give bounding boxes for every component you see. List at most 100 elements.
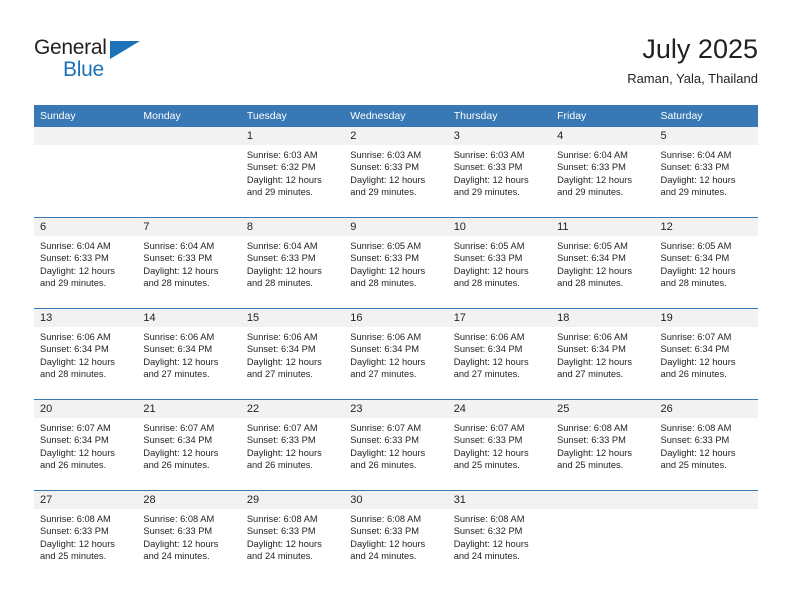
calendar-day-cell[interactable]: 4 Sunrise: 6:04 AM Sunset: 6:33 PM Daylight… [551,127,655,218]
calendar-day-cell[interactable]: 29 Sunrise: 6:08 AM Sunset: 6:33 PM Dayligh… [240,490,345,581]
calendar-day-cell[interactable]: 18 Sunrise: 6:06 AM Sunset: 6:34 PM Dayligh… [551,308,655,400]
day-number: 15 [240,309,345,327]
calendar-day-cell[interactable]: 25 Sunrise: 6:08 AM Sunset: 6:33 PM Dayligh… [551,399,655,491]
sunrise-text: Sunrise: 6:05 AM [660,241,732,251]
sunrise-text: Sunrise: 6:07 AM [143,423,215,433]
calendar-day-cell[interactable]: 12 Sunrise: 6:05 AM Sunset: 6:34 PM Dayligh… [654,217,758,309]
sun-times-block: Sunrise: 6:08 AM Sunset: 6:33 PM Daylight:… [344,509,447,563]
sunrise-text: Sunrise: 6:08 AM [246,514,318,524]
daylight-text-line2: and 24 minutes. [453,551,520,562]
daylight-text-line1: Daylight: 12 hours [453,447,529,458]
calendar-day-cell[interactable]: 14 Sunrise: 6:06 AM Sunset: 6:34 PM Dayligh… [137,308,241,400]
calendar-day-cell[interactable]: 2 Sunrise: 6:03 AM Sunset: 6:33 PM Daylight… [344,127,448,218]
sun-times-block: Sunrise: 6:06 AM Sunset: 6:34 PM Daylight:… [551,327,654,381]
calendar-day-cell[interactable]: 13 Sunrise: 6:06 AM Sunset: 6:34 PM Dayligh… [34,308,138,400]
day-number: 31 [447,491,552,509]
calendar-day-cell[interactable]: 9 Sunrise: 6:05 AM Sunset: 6:33 PM Daylight… [344,217,448,309]
daylight-text-line1: Daylight: 12 hours [40,447,115,458]
daylight-text-line1: Daylight: 12 hours [453,174,529,185]
calendar-day-cell[interactable]: 1 Sunrise: 6:03 AM Sunset: 6:32 PM Daylight… [240,127,345,218]
calendar-day-cell[interactable]: 3 Sunrise: 6:03 AM Sunset: 6:33 PM Daylight… [447,127,552,218]
daylight-text-line1: Daylight: 12 hours [143,538,219,549]
calendar-cell-inner: 22 Sunrise: 6:07 AM Sunset: 6:33 PM Dayligh… [240,400,345,490]
weekday-header-monday: Monday [137,105,241,127]
daylight-text-line2: and 26 minutes. [350,460,417,471]
calendar-day-cell[interactable]: 28 Sunrise: 6:08 AM Sunset: 6:33 PM Dayligh… [137,490,241,581]
sun-times-block: Sunrise: 6:07 AM Sunset: 6:33 PM Daylight:… [241,418,344,472]
calendar-day-cell[interactable]: 6 Sunrise: 6:04 AM Sunset: 6:33 PM Daylight… [34,217,138,309]
sunset-text: Sunset: 6:34 PM [350,344,419,355]
sunrise-text: Sunrise: 6:03 AM [453,150,525,160]
calendar-day-cell[interactable]: 20 Sunrise: 6:07 AM Sunset: 6:34 PM Dayligh… [34,399,138,491]
daylight-text-line1: Daylight: 12 hours [246,356,322,367]
calendar-day-cell[interactable]: 31 Sunrise: 6:08 AM Sunset: 6:32 PM Dayligh… [447,490,552,581]
calendar-week-row: 13 Sunrise: 6:06 AM Sunset: 6:34 PM Dayligh… [34,308,758,400]
sun-times-block: Sunrise: 6:07 AM Sunset: 6:34 PM Daylight:… [655,327,758,381]
calendar-day-cell[interactable]: 30 Sunrise: 6:08 AM Sunset: 6:33 PM Dayligh… [344,490,448,581]
sunset-text: Sunset: 6:33 PM [246,253,316,264]
calendar-day-cell[interactable]: 22 Sunrise: 6:07 AM Sunset: 6:33 PM Dayligh… [240,399,345,491]
sunset-text: Sunset: 6:33 PM [40,526,109,537]
calendar-cell-inner: 28 Sunrise: 6:08 AM Sunset: 6:33 PM Dayligh… [137,491,241,581]
calendar-cell-inner: 30 Sunrise: 6:08 AM Sunset: 6:33 PM Dayligh… [344,491,448,581]
sunset-text: Sunset: 6:33 PM [660,435,730,446]
daylight-text-line1: Daylight: 12 hours [557,356,633,367]
sun-times-block: Sunrise: 6:08 AM Sunset: 6:33 PM Daylight:… [551,418,654,472]
calendar-day-cell[interactable]: 11 Sunrise: 6:05 AM Sunset: 6:34 PM Dayligh… [551,217,655,309]
daylight-text-line2: and 28 minutes. [143,278,210,289]
sunset-text: Sunset: 6:33 PM [660,162,730,173]
sunrise-text: Sunrise: 6:07 AM [40,423,111,433]
calendar-day-cell[interactable]: 24 Sunrise: 6:07 AM Sunset: 6:33 PM Dayligh… [447,399,552,491]
sun-times-block: Sunrise: 6:05 AM Sunset: 6:33 PM Daylight:… [448,236,551,290]
calendar-day-cell[interactable]: 21 Sunrise: 6:07 AM Sunset: 6:34 PM Dayligh… [137,399,241,491]
daylight-text-line2: and 27 minutes. [143,369,210,380]
day-number: 30 [344,491,448,509]
calendar-cell-inner: 19 Sunrise: 6:07 AM Sunset: 6:34 PM Dayligh… [654,309,758,399]
calendar-cell-empty [551,490,655,581]
calendar-cell-inner: 17 Sunrise: 6:06 AM Sunset: 6:34 PM Dayligh… [447,309,552,399]
sunset-text: Sunset: 6:33 PM [453,435,523,446]
daylight-text-line1: Daylight: 12 hours [246,174,322,185]
sunrise-text: Sunrise: 6:04 AM [660,150,732,160]
calendar-day-cell[interactable]: 16 Sunrise: 6:06 AM Sunset: 6:34 PM Dayligh… [344,308,448,400]
sunset-text: Sunset: 6:34 PM [660,253,730,264]
sunset-text: Sunset: 6:33 PM [557,162,626,173]
day-number: 5 [654,127,758,145]
daylight-text-line2: and 25 minutes. [40,551,107,562]
daylight-text-line1: Daylight: 12 hours [453,265,529,276]
calendar-day-cell[interactable]: 10 Sunrise: 6:05 AM Sunset: 6:33 PM Dayligh… [447,217,552,309]
calendar-grid: Sunday Monday Tuesday Wednesday Thursday Frid… [34,105,758,581]
sunrise-text: Sunrise: 6:08 AM [350,514,422,524]
calendar-day-cell[interactable]: 17 Sunrise: 6:06 AM Sunset: 6:34 PM Dayligh… [447,308,552,400]
calendar-cell-inner: 2 Sunrise: 6:03 AM Sunset: 6:33 PM Daylight… [344,127,448,217]
calendar-day-cell[interactable]: 23 Sunrise: 6:07 AM Sunset: 6:33 PM Dayligh… [344,399,448,491]
sunrise-text: Sunrise: 6:04 AM [40,241,111,251]
calendar-day-cell[interactable]: 27 Sunrise: 6:08 AM Sunset: 6:33 PM Dayligh… [34,490,138,581]
calendar-cell-inner: 9 Sunrise: 6:05 AM Sunset: 6:33 PM Daylight… [344,218,448,308]
daylight-text-line2: and 28 minutes. [350,278,417,289]
sunset-text: Sunset: 6:34 PM [660,344,730,355]
calendar-day-cell[interactable]: 19 Sunrise: 6:07 AM Sunset: 6:34 PM Dayligh… [654,308,758,400]
daylight-text-line2: and 27 minutes. [557,369,624,380]
calendar-day-cell[interactable]: 26 Sunrise: 6:08 AM Sunset: 6:33 PM Dayligh… [654,399,758,491]
calendar-day-cell[interactable]: 7 Sunrise: 6:04 AM Sunset: 6:33 PM Daylight… [137,217,241,309]
sun-times-block: Sunrise: 6:03 AM Sunset: 6:32 PM Daylight:… [241,145,344,199]
sunrise-text: Sunrise: 6:03 AM [350,150,422,160]
calendar-day-cell[interactable]: 5 Sunrise: 6:04 AM Sunset: 6:33 PM Daylight… [654,127,758,218]
sunrise-text: Sunrise: 6:08 AM [660,423,732,433]
sun-times-block: Sunrise: 6:08 AM Sunset: 6:32 PM Daylight:… [448,509,551,563]
day-number: 25 [551,400,655,418]
sun-times-block: Sunrise: 6:04 AM Sunset: 6:33 PM Daylight:… [655,145,758,199]
day-number: 28 [137,491,241,509]
daylight-text-line1: Daylight: 12 hours [660,265,736,276]
calendar-day-cell[interactable]: 8 Sunrise: 6:04 AM Sunset: 6:33 PM Daylight… [240,217,345,309]
sunrise-text: Sunrise: 6:05 AM [350,241,422,251]
calendar-cell-inner: 24 Sunrise: 6:07 AM Sunset: 6:33 PM Dayligh… [447,400,552,490]
sunrise-text: Sunrise: 6:07 AM [453,423,525,433]
day-number: 20 [34,400,138,418]
calendar-week-row: 20 Sunrise: 6:07 AM Sunset: 6:34 PM Dayligh… [34,399,758,491]
day-number: 13 [34,309,138,327]
calendar-day-cell[interactable]: 15 Sunrise: 6:06 AM Sunset: 6:34 PM Dayligh… [240,308,345,400]
sun-times-block: Sunrise: 6:04 AM Sunset: 6:33 PM Daylight:… [241,236,344,290]
daylight-text-line2: and 26 minutes. [143,460,210,471]
